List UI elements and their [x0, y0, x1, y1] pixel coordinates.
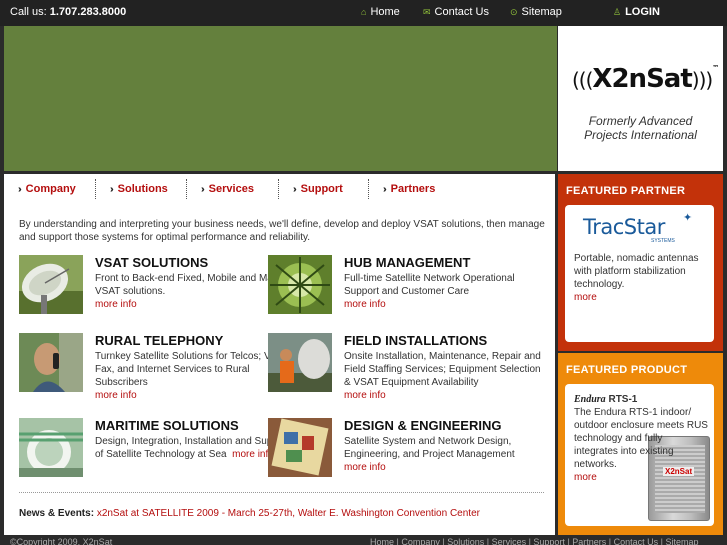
person-phone-image[interactable] — [19, 333, 83, 392]
signal-waves-icon: ((( — [572, 68, 593, 92]
nav-home[interactable]: ⌂ Home — [361, 6, 400, 18]
product-desc: Endura RTS-1 The Endura RTS-1 indoor/ ou… — [574, 393, 708, 484]
call-label: Call us: — [10, 6, 47, 18]
tab-company[interactable]: ›› Company — [4, 179, 95, 199]
news-events: News & Events: x2nSat at SATELLITE 2009 … — [19, 508, 480, 519]
service-title[interactable]: RURAL TELEPHONY — [95, 333, 223, 348]
more-info-link[interactable]: more info — [344, 299, 386, 310]
tab-company-label[interactable]: Company — [26, 183, 76, 195]
news-label: News & Events: — [19, 508, 95, 519]
tab-support[interactable]: ›› Support — [278, 179, 368, 199]
product-more-link[interactable]: more — [574, 472, 597, 483]
phone-number[interactable]: 1.707.283.8000 — [50, 6, 126, 18]
nav-contact-label[interactable]: Contact Us — [435, 6, 489, 18]
featured-partner-panel: FEATURED PARTNER TracStar ✦ SYSTEMS Port… — [558, 174, 723, 351]
service-title[interactable]: HUB MANAGEMENT — [344, 255, 470, 270]
more-info-link[interactable]: more info — [95, 390, 137, 401]
partner-more-link[interactable]: more — [574, 292, 597, 303]
trademark: ™ — [712, 64, 719, 72]
satellite-dish-image[interactable] — [19, 255, 83, 314]
tab-services-label[interactable]: Services — [209, 183, 254, 195]
partner-desc-text: Portable, nomadic antennas with platform… — [574, 253, 699, 290]
logo-tagline: Formerly Advanced Projects International — [558, 114, 723, 142]
star-icon: ✦ — [683, 212, 693, 224]
field-technician-image[interactable] — [268, 333, 332, 392]
tab-solutions[interactable]: ›› Solutions — [95, 179, 186, 199]
logo-panel: (((X2nSat)))™ Formerly Advanced Projects… — [558, 26, 723, 171]
hub-network-image[interactable] — [268, 255, 332, 314]
featured-partner-heading: FEATURED PARTNER — [566, 185, 686, 197]
footer: ©Copyright 2009, X2nSat Home | Company |… — [0, 537, 727, 545]
circuit-board-image[interactable] — [268, 418, 332, 477]
home-icon: ⌂ — [361, 7, 367, 17]
top-bar: Call us: 1.707.283.8000 ⌂ Home ✉ Contact… — [0, 0, 727, 26]
tracstar-logo-sub: SYSTEMS — [651, 238, 675, 244]
double-chevron-icon: ›› — [18, 183, 21, 195]
featured-partner-card: TracStar ✦ SYSTEMS Portable, nomadic ant… — [565, 205, 714, 342]
intro-text: By understanding and interpreting your b… — [19, 219, 545, 243]
signal-waves-icon: ))) — [691, 68, 713, 92]
double-chevron-icon: ›› — [293, 183, 296, 195]
service-desc-text: Turnkey Satellite Solutions for Telcos; … — [95, 351, 292, 388]
more-info-link[interactable]: more info — [344, 462, 386, 473]
footer-links[interactable]: Home | Company | Solutions | Services | … — [370, 537, 699, 545]
service-desc-text: Onsite Installation, Maintenance, Repair… — [344, 351, 541, 388]
section-tabs: ›› Company ›› Solutions ›› Services ›› S… — [4, 174, 555, 204]
tab-partners-label[interactable]: Partners — [391, 183, 436, 195]
ship-deck-image[interactable] — [19, 418, 83, 477]
product-model: RTS-1 — [608, 394, 638, 405]
news-link[interactable]: x2nSat at SATELLITE 2009 - March 25-27th… — [97, 508, 480, 519]
service-desc: Onsite Installation, Maintenance, Repair… — [344, 350, 549, 402]
double-chevron-icon: ›› — [110, 183, 113, 195]
service-desc-text: Full-time Satellite Network Operational … — [344, 273, 515, 297]
featured-product-panel: FEATURED PRODUCT X2nSat Endura RTS-1 The… — [558, 353, 723, 535]
service-desc: Satellite System and Network Design, Eng… — [344, 435, 549, 474]
main-content: ›› Company ›› Solutions ›› Services ›› S… — [4, 174, 555, 535]
service-title[interactable]: VSAT SOLUTIONS — [95, 255, 208, 270]
hero-banner — [4, 26, 557, 171]
service-title[interactable]: MARITIME SOLUTIONS — [95, 418, 239, 433]
search-icon: ⊙ — [510, 6, 518, 17]
product-desc-text: The Endura RTS-1 indoor/ outdoor enclosu… — [574, 407, 708, 470]
double-chevron-icon: ›› — [383, 183, 386, 195]
service-title[interactable]: FIELD INSTALLATIONS — [344, 333, 487, 348]
user-icon: ♙ — [613, 6, 622, 17]
tracstar-logo[interactable]: TracStar — [583, 215, 665, 239]
login-link[interactable]: ♙ LOGIN — [613, 6, 660, 18]
featured-product-card: X2nSat Endura RTS-1 The Endura RTS-1 ind… — [565, 384, 714, 526]
divider — [19, 492, 544, 493]
nav-home-label[interactable]: Home — [370, 6, 399, 18]
more-info-link[interactable]: more info — [344, 390, 386, 401]
call-us: Call us: 1.707.283.8000 — [10, 6, 126, 18]
featured-product-heading: FEATURED PRODUCT — [566, 364, 688, 376]
logo-wordmark: X2nSat — [592, 64, 692, 94]
double-chevron-icon: ›› — [201, 183, 204, 195]
tagline-line-2: Projects International — [584, 128, 697, 142]
tab-support-label[interactable]: Support — [301, 183, 343, 195]
nav-sitemap[interactable]: ⊙ Sitemap — [510, 6, 562, 18]
product-brand: Endura — [574, 394, 606, 405]
mail-icon: ✉ — [423, 6, 431, 17]
service-title[interactable]: DESIGN & ENGINEERING — [344, 418, 501, 433]
tab-services[interactable]: ›› Services — [186, 179, 278, 199]
company-logo[interactable]: (((X2nSat)))™ — [572, 64, 719, 94]
more-info-link[interactable]: more info — [95, 299, 137, 310]
tagline-line-1: Formerly Advanced — [588, 114, 693, 128]
service-desc: Full-time Satellite Network Operational … — [344, 272, 549, 311]
service-desc-text: Satellite System and Network Design, Eng… — [344, 436, 515, 460]
nav-sitemap-label[interactable]: Sitemap — [522, 6, 562, 18]
service-desc-text: Front to Back-end Fixed, Mobile and Mari… — [95, 273, 298, 297]
partner-desc: Portable, nomadic antennas with platform… — [574, 252, 709, 304]
tab-solutions-label[interactable]: Solutions — [118, 183, 168, 195]
nav-contact[interactable]: ✉ Contact Us — [423, 6, 489, 18]
tab-partners[interactable]: ›› Partners — [368, 179, 458, 199]
login-label[interactable]: LOGIN — [625, 6, 660, 18]
copyright: ©Copyright 2009, X2nSat — [10, 537, 113, 545]
